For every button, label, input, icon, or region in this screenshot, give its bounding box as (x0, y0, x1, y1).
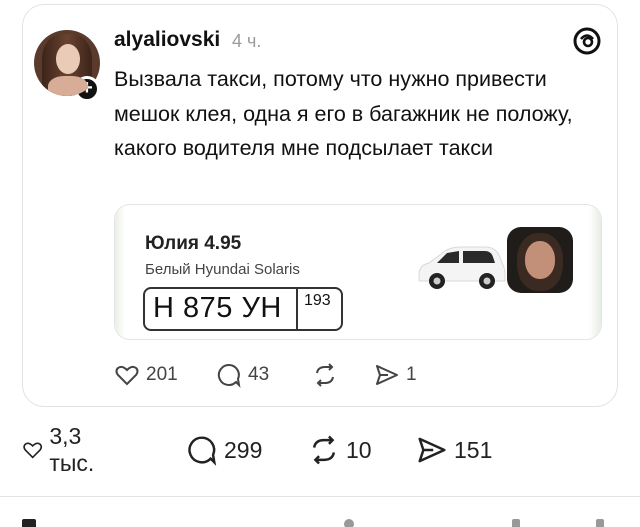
plate-number: Н 875 УН (153, 292, 282, 324)
username[interactable]: alyaliovski (114, 28, 220, 52)
repost-button[interactable] (312, 360, 344, 390)
post-time: 4 ч. (232, 31, 262, 51)
share-count-main: 151 (454, 436, 493, 463)
repost-count-main: 10 (346, 436, 372, 463)
car-model: Белый Hyundai Solaris (145, 261, 300, 278)
comment-icon (217, 363, 241, 388)
car-icon (418, 246, 506, 289)
divider (0, 496, 640, 497)
share-button-main[interactable]: 151 (416, 432, 492, 468)
license-plate: Н 875 УН 193 (143, 287, 343, 331)
like-count: 201 (146, 364, 178, 385)
like-button[interactable]: 201 (114, 360, 178, 390)
taxi-screenshot-image[interactable]: Юлия 4.95 Белый Hyundai Solaris Н 875 УН… (114, 204, 602, 340)
share-count: 1 (406, 364, 417, 385)
driver-name: Юлия 4.95 (145, 233, 242, 254)
comment-count: 43 (248, 364, 270, 385)
heart-icon (115, 365, 139, 386)
next-section-cutoff (0, 515, 640, 527)
send-icon (418, 437, 446, 463)
heart-icon (23, 442, 43, 459)
repost-icon (316, 363, 334, 387)
repost-icon (312, 435, 336, 465)
comment-icon (188, 436, 217, 466)
plate-region: 193 (304, 292, 331, 309)
driver-photo (507, 227, 573, 293)
share-button[interactable]: 1 (374, 360, 417, 390)
like-button-main[interactable]: 3,3 тыс. (22, 423, 105, 476)
post-text: Вызвала такси, потому что нужно привести… (114, 67, 573, 160)
threads-logo-icon[interactable] (572, 26, 602, 56)
comment-button-main[interactable]: 299 (186, 432, 262, 468)
repost-button-main[interactable]: 10 (308, 432, 372, 468)
comment-button[interactable]: 43 (216, 360, 269, 390)
like-count-main: 3,3 тыс. (49, 423, 95, 476)
send-icon (376, 365, 398, 385)
comment-count-main: 299 (224, 436, 263, 463)
